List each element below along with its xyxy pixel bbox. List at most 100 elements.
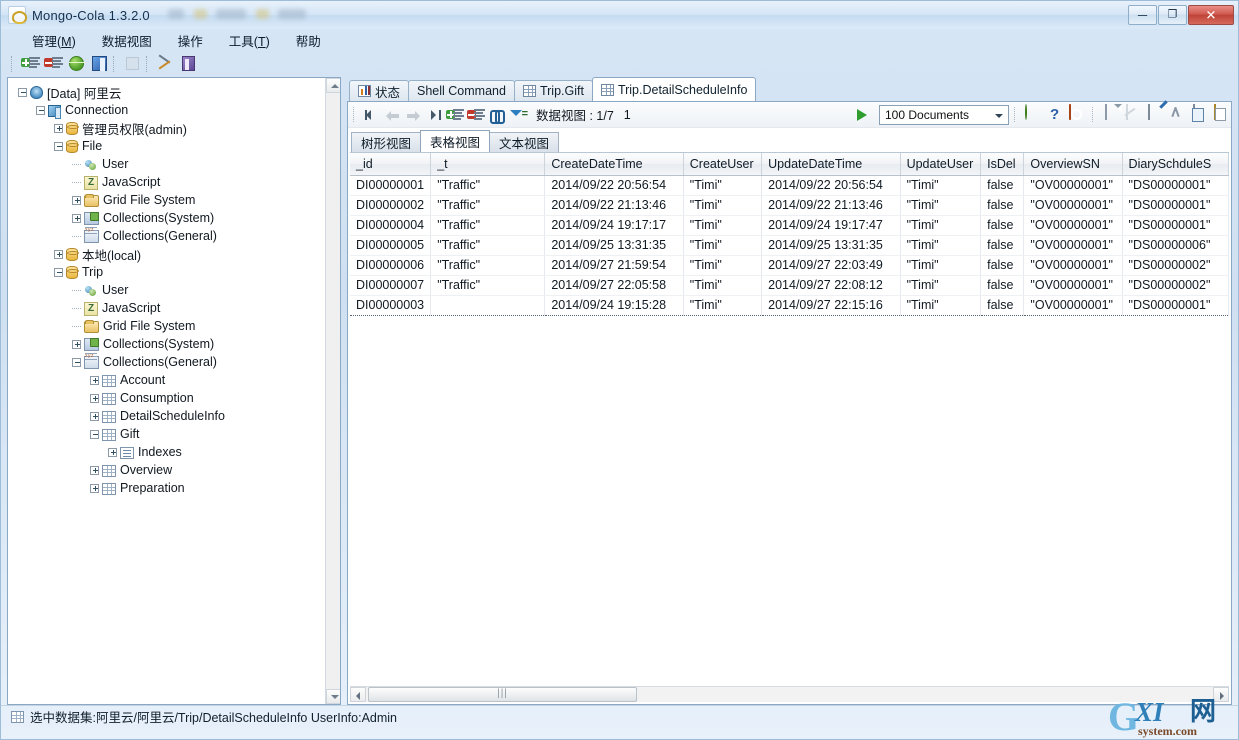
collapse-icon[interactable] [54, 267, 63, 277]
refresh-globe-icon[interactable] [67, 54, 87, 74]
table-row[interactable]: DI00000006 "Traffic" 2014/09/27 21:59:54 "T… [350, 255, 1229, 276]
table-cell[interactable]: false [980, 294, 1025, 316]
menu-manage[interactable]: 管理(M) [19, 29, 89, 52]
web-globe-icon[interactable] [1023, 103, 1043, 125]
table-cell[interactable]: false [980, 215, 1025, 236]
tree-node-preparation[interactable]: Preparation [12, 479, 325, 497]
table-cell[interactable]: "Timi" [683, 195, 763, 216]
table-row[interactable]: DI00000002 "Traffic" 2014/09/22 21:13:46 "T… [350, 195, 1229, 216]
table-cell[interactable]: 2014/09/22 20:56:54 [761, 175, 901, 196]
table-cell[interactable]: "OV00000001" [1023, 175, 1123, 196]
grid-column-header[interactable]: OverviewSN [1023, 153, 1123, 176]
expand-icon[interactable] [90, 411, 99, 421]
table-cell[interactable]: "Traffic" [430, 275, 546, 296]
table-cell[interactable]: "Timi" [900, 215, 982, 236]
tree-node-account[interactable]: Account [12, 371, 325, 389]
table-cell[interactable]: "DS00000006" [1122, 235, 1229, 256]
tree-node-file-collections-system[interactable]: Collections(System) [12, 209, 325, 227]
stop-icon[interactable] [1067, 103, 1087, 125]
edit-document-icon[interactable] [1145, 103, 1165, 125]
table-cell[interactable]: "OV00000001" [1023, 255, 1123, 276]
tree-node-trip-gridfs[interactable]: Grid File System [12, 317, 325, 335]
plugin-icon[interactable] [179, 54, 199, 74]
collapse-icon[interactable] [18, 87, 27, 97]
tree-node-detailscheduleinfo[interactable]: DetailScheduleInfo [12, 407, 325, 425]
delete-document-icon[interactable] [1123, 103, 1143, 125]
collapse-icon[interactable] [54, 141, 63, 151]
table-cell[interactable]: "Timi" [683, 275, 763, 296]
table-cell[interactable]: "DS00000001" [1122, 294, 1229, 316]
grid-column-header[interactable]: UpdateDateTime [761, 153, 901, 176]
table-cell[interactable]: 2014/09/27 22:05:58 [544, 275, 684, 296]
tree-node-overview[interactable]: Overview [12, 461, 325, 479]
table-cell[interactable]: 2014/09/24 19:17:47 [761, 215, 901, 236]
tree-node-data-root[interactable]: [Data] 阿里云 [12, 83, 325, 101]
table-cell[interactable]: "Timi" [900, 235, 982, 256]
scroll-left-icon[interactable] [350, 687, 366, 702]
tree-node-trip-user[interactable]: User [12, 281, 325, 299]
table-cell[interactable]: false [980, 175, 1025, 196]
table-cell[interactable]: "DS00000001" [1122, 175, 1229, 196]
table-row[interactable]: DI00000004 "Traffic" 2014/09/24 19:17:17 "T… [350, 215, 1229, 236]
scroll-down-icon[interactable] [326, 689, 340, 704]
grid-column-header[interactable]: CreateDateTime [544, 153, 684, 176]
grid-column-header[interactable]: _id [350, 153, 432, 176]
binoculars-icon[interactable] [488, 105, 507, 124]
table-cell[interactable]: "Traffic" [430, 195, 546, 216]
remove-connection-icon[interactable] [44, 54, 64, 74]
table-cell[interactable]: "OV00000001" [1023, 195, 1123, 216]
help-icon[interactable] [1045, 105, 1065, 125]
cut-icon[interactable] [1167, 105, 1187, 125]
table-cell[interactable]: "OV00000001" [1023, 275, 1123, 296]
close-button[interactable]: ✕ [1188, 5, 1234, 25]
data-grid-container[interactable]: _id _t CreateDateTime CreateUser UpdateDateT… [350, 152, 1229, 686]
tree-node-trip-collections-general[interactable]: Collections(General) [12, 353, 325, 371]
minimize-button[interactable]: ─ [1128, 5, 1157, 25]
table-cell[interactable]: "Timi" [900, 175, 982, 196]
table-row[interactable]: DI00000003 2014/09/24 19:15:28 "Timi" 2014/… [350, 294, 1229, 316]
table-cell[interactable]: 2014/09/22 21:13:46 [544, 195, 684, 216]
tree-node-local-db[interactable]: 本地(local) [12, 245, 325, 263]
tree-node-trip-db[interactable]: Trip [12, 263, 325, 281]
menu-operation[interactable]: 操作 [165, 29, 216, 52]
grid-column-header[interactable]: UpdateUser [900, 153, 982, 176]
table-cell[interactable]: 2014/09/25 13:31:35 [761, 235, 901, 256]
add-record-button[interactable] [446, 105, 465, 124]
table-row[interactable]: DI00000005 "Traffic" 2014/09/25 13:31:35 "T… [350, 235, 1229, 256]
table-cell[interactable]: false [980, 255, 1025, 276]
table-row[interactable]: DI00000007 "Traffic" 2014/09/27 22:05:58 "T… [350, 275, 1229, 296]
table-cell[interactable]: "Timi" [683, 175, 763, 196]
table-cell[interactable]: "Timi" [683, 294, 763, 316]
table-cell[interactable]: "Timi" [900, 294, 982, 316]
menu-tools[interactable]: 工具(T) [216, 29, 283, 52]
tree-node-gift[interactable]: Gift [12, 425, 325, 443]
table-cell[interactable]: "Timi" [683, 235, 763, 256]
table-cell[interactable]: "Traffic" [430, 255, 546, 276]
run-query-button[interactable] [851, 105, 871, 125]
table-cell[interactable]: 2014/09/27 21:59:54 [544, 255, 684, 276]
tree-node-connection[interactable]: Connection [12, 101, 325, 119]
expand-icon[interactable] [54, 123, 63, 133]
document-limit-select[interactable]: 100 Documents [879, 104, 1009, 125]
paste-icon[interactable] [1211, 103, 1231, 125]
expand-icon[interactable] [90, 375, 99, 385]
view-tab-tree[interactable]: 树形视图 [351, 132, 422, 152]
table-cell[interactable]: false [980, 275, 1025, 296]
table-cell[interactable]: 2014/09/22 20:56:54 [544, 175, 684, 196]
tree-node-consumption[interactable]: Consumption [12, 389, 325, 407]
scroll-right-icon[interactable] [1213, 687, 1229, 702]
tree-vertical-scrollbar[interactable] [325, 78, 340, 704]
table-cell[interactable]: DI00000002 [350, 195, 432, 216]
menu-help[interactable]: 帮助 [283, 29, 334, 52]
expand-icon[interactable] [90, 465, 99, 475]
tab-status[interactable]: 状态 [349, 80, 410, 101]
restore-button[interactable]: ❐ [1158, 5, 1187, 25]
tab-trip-gift[interactable]: Trip.Gift [513, 80, 593, 101]
add-connection-icon[interactable] [21, 54, 41, 74]
table-cell[interactable]: "Timi" [900, 195, 982, 216]
table-cell[interactable]: 2014/09/27 22:15:16 [761, 294, 901, 316]
collapse-icon[interactable] [90, 429, 99, 439]
table-cell[interactable]: DI00000004 [350, 215, 432, 236]
table-cell[interactable]: 2014/09/24 19:15:28 [544, 294, 684, 316]
grid-column-header[interactable]: CreateUser [683, 153, 763, 176]
